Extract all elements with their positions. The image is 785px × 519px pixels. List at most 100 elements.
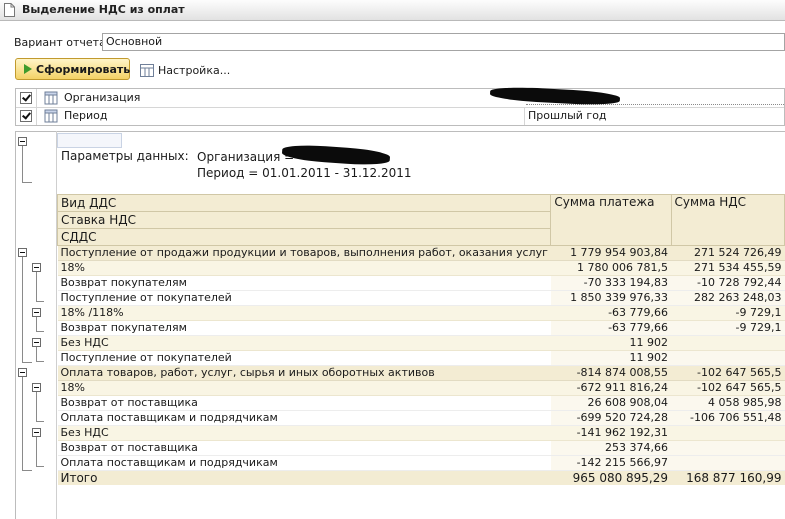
generate-button[interactable]: Сформировать (15, 58, 130, 80)
row-label: Возврат от поставщика (57, 395, 551, 411)
payment-amount: -142 215 566,97 (550, 455, 672, 471)
table-row[interactable]: 18% /118% -63 779,66 -9 729,1 (57, 305, 785, 321)
filter-organization-checkbox[interactable] (20, 92, 32, 104)
row-label: Поступление от покупателей (57, 350, 551, 366)
document-icon (4, 3, 15, 17)
row-label: Оплата поставщикам и подрядчикам (57, 455, 551, 471)
vat-amount (671, 455, 785, 471)
header-cell: Вид ДДС (56, 194, 552, 212)
variant-select[interactable]: Основной (102, 33, 785, 51)
field-icon (44, 91, 58, 105)
table-row[interactable]: Возврат от поставщика 253 374,66 (57, 440, 785, 456)
row-label: Поступление от продажи продукции и товар… (57, 245, 551, 261)
vat-amount: -9 729,1 (671, 320, 785, 336)
payment-amount: -63 779,66 (550, 320, 672, 336)
filter-organization-label: Организация (64, 91, 141, 104)
vat-amount (671, 425, 785, 441)
row-label: Возврат от поставщика (57, 440, 551, 456)
payment-amount: 1 780 006 781,5 (550, 260, 672, 276)
table-row[interactable]: Без НДС 11 902 (57, 335, 785, 351)
filter-period-value[interactable]: Прошлый год (528, 109, 607, 122)
header-cell-payment: Сумма платежа (550, 194, 672, 246)
filter-period-checkbox[interactable] (20, 110, 32, 122)
payment-amount: -814 874 008,55 (550, 365, 672, 381)
vat-amount: -9 729,1 (671, 305, 785, 321)
collapse-icon[interactable] (18, 248, 27, 257)
filter-period-label: Период (64, 109, 108, 122)
vat-amount (671, 350, 785, 366)
payment-amount: 253 374,66 (550, 440, 672, 456)
row-label: 18% (57, 380, 551, 396)
payment-amount: -699 520 724,28 (550, 410, 672, 426)
row-label: Возврат покупателям (57, 275, 551, 291)
payment-amount: 26 608 908,04 (550, 395, 672, 411)
vat-amount: -106 706 551,48 (671, 410, 785, 426)
window-titlebar: Выделение НДС из оплат (0, 0, 785, 21)
collapse-icon[interactable] (32, 338, 41, 347)
play-icon (24, 64, 32, 74)
total-row[interactable]: Итого 965 080 895,29 168 877 160,99 (57, 470, 785, 485)
collapse-icon[interactable] (18, 368, 27, 377)
table-row[interactable]: Оплата поставщикам и подрядчикам -699 520… (57, 410, 785, 426)
vat-amount: -102 647 565,5 (671, 365, 785, 381)
collapse-icon[interactable] (32, 428, 41, 437)
payment-amount: 1 779 954 903,84 (550, 245, 672, 261)
payment-amount: 11 902 (550, 350, 672, 366)
vat-amount: -10 728 792,44 (671, 275, 785, 291)
table-row[interactable]: Поступление от покупателей 11 902 (57, 350, 785, 366)
table-row[interactable]: Возврат покупателям -63 779,66 -9 729,1 (57, 320, 785, 336)
payment-amount: -672 911 816,24 (550, 380, 672, 396)
table-row[interactable]: Без НДС -141 962 192,31 (57, 425, 785, 441)
window-title: Выделение НДС из оплат (22, 3, 185, 16)
collapse-icon[interactable] (32, 263, 41, 272)
collapse-icon[interactable] (32, 308, 41, 317)
table-row[interactable]: Поступление от покупателей 1 850 339 976,… (57, 290, 785, 306)
row-label: Оплата товаров, работ, услуг, сырья и ин… (57, 365, 551, 381)
params-period: Период = 01.01.2011 - 31.12.2011 (197, 166, 412, 180)
generate-button-label: Сформировать (36, 62, 131, 76)
table-row[interactable]: 18% 1 780 006 781,5 271 534 455,59 (57, 260, 785, 276)
table-row[interactable]: Возврат от поставщика 26 608 908,04 4 058 … (57, 395, 785, 411)
report-cell-selector[interactable] (57, 133, 122, 148)
params-heading: Параметры данных: (61, 149, 189, 163)
header-cell: СДДС (56, 228, 552, 246)
vat-amount: -102 647 565,5 (671, 380, 785, 396)
table-row[interactable]: Оплата товаров, работ, услуг, сырья и ин… (57, 365, 785, 381)
vat-amount: 282 263 248,03 (671, 290, 785, 306)
filter-row-organization: Организация (16, 85, 784, 108)
row-label: Без НДС (57, 425, 551, 441)
total-payment: 965 080 895,29 (550, 470, 672, 485)
payment-amount: 11 902 (550, 335, 672, 351)
row-label: Без НДС (57, 335, 551, 351)
settings-table-icon (140, 63, 154, 77)
total-vat: 168 877 160,99 (671, 470, 785, 485)
payment-amount: 1 850 339 976,33 (550, 290, 672, 306)
vat-amount (671, 440, 785, 456)
settings-button[interactable]: Настройка... (140, 60, 230, 80)
row-label: Возврат покупателям (57, 320, 551, 336)
table-row[interactable]: 18% -672 911 816,24 -102 647 565,5 (57, 380, 785, 396)
settings-button-label: Настройка... (158, 63, 231, 77)
row-label: Оплата поставщикам и подрядчикам (57, 410, 551, 426)
collapse-icon[interactable] (32, 383, 41, 392)
collapse-icon[interactable] (18, 137, 27, 146)
field-icon (44, 109, 58, 123)
header-cell: Ставка НДС (56, 211, 552, 229)
row-label: Поступление от покупателей (57, 290, 551, 306)
report-table: Вид ДДС Сумма платежа Сумма НДС Ставка Н… (56, 194, 785, 485)
table-header-row: Вид ДДС Сумма платежа Сумма НДС (56, 194, 785, 246)
vat-amount (671, 335, 785, 351)
variant-label: Вариант отчета: (14, 36, 110, 49)
row-label: 18% (57, 260, 551, 276)
filter-table: Организация Период Прошлый год (15, 85, 785, 126)
payment-amount: -63 779,66 (550, 305, 672, 321)
table-row[interactable]: Поступление от продажи продукции и товар… (57, 245, 785, 261)
row-label: 18% /118% (57, 305, 551, 321)
vat-amount: 4 058 985,98 (671, 395, 785, 411)
vat-amount: 271 534 455,59 (671, 260, 785, 276)
table-row[interactable]: Оплата поставщикам и подрядчикам -142 215… (57, 455, 785, 471)
table-row[interactable]: Возврат покупателям -70 333 194,83 -10 728… (57, 275, 785, 291)
vat-amount: 271 524 726,49 (671, 245, 785, 261)
total-label: Итого (57, 470, 551, 485)
filter-row-period: Период Прошлый год (16, 107, 784, 125)
